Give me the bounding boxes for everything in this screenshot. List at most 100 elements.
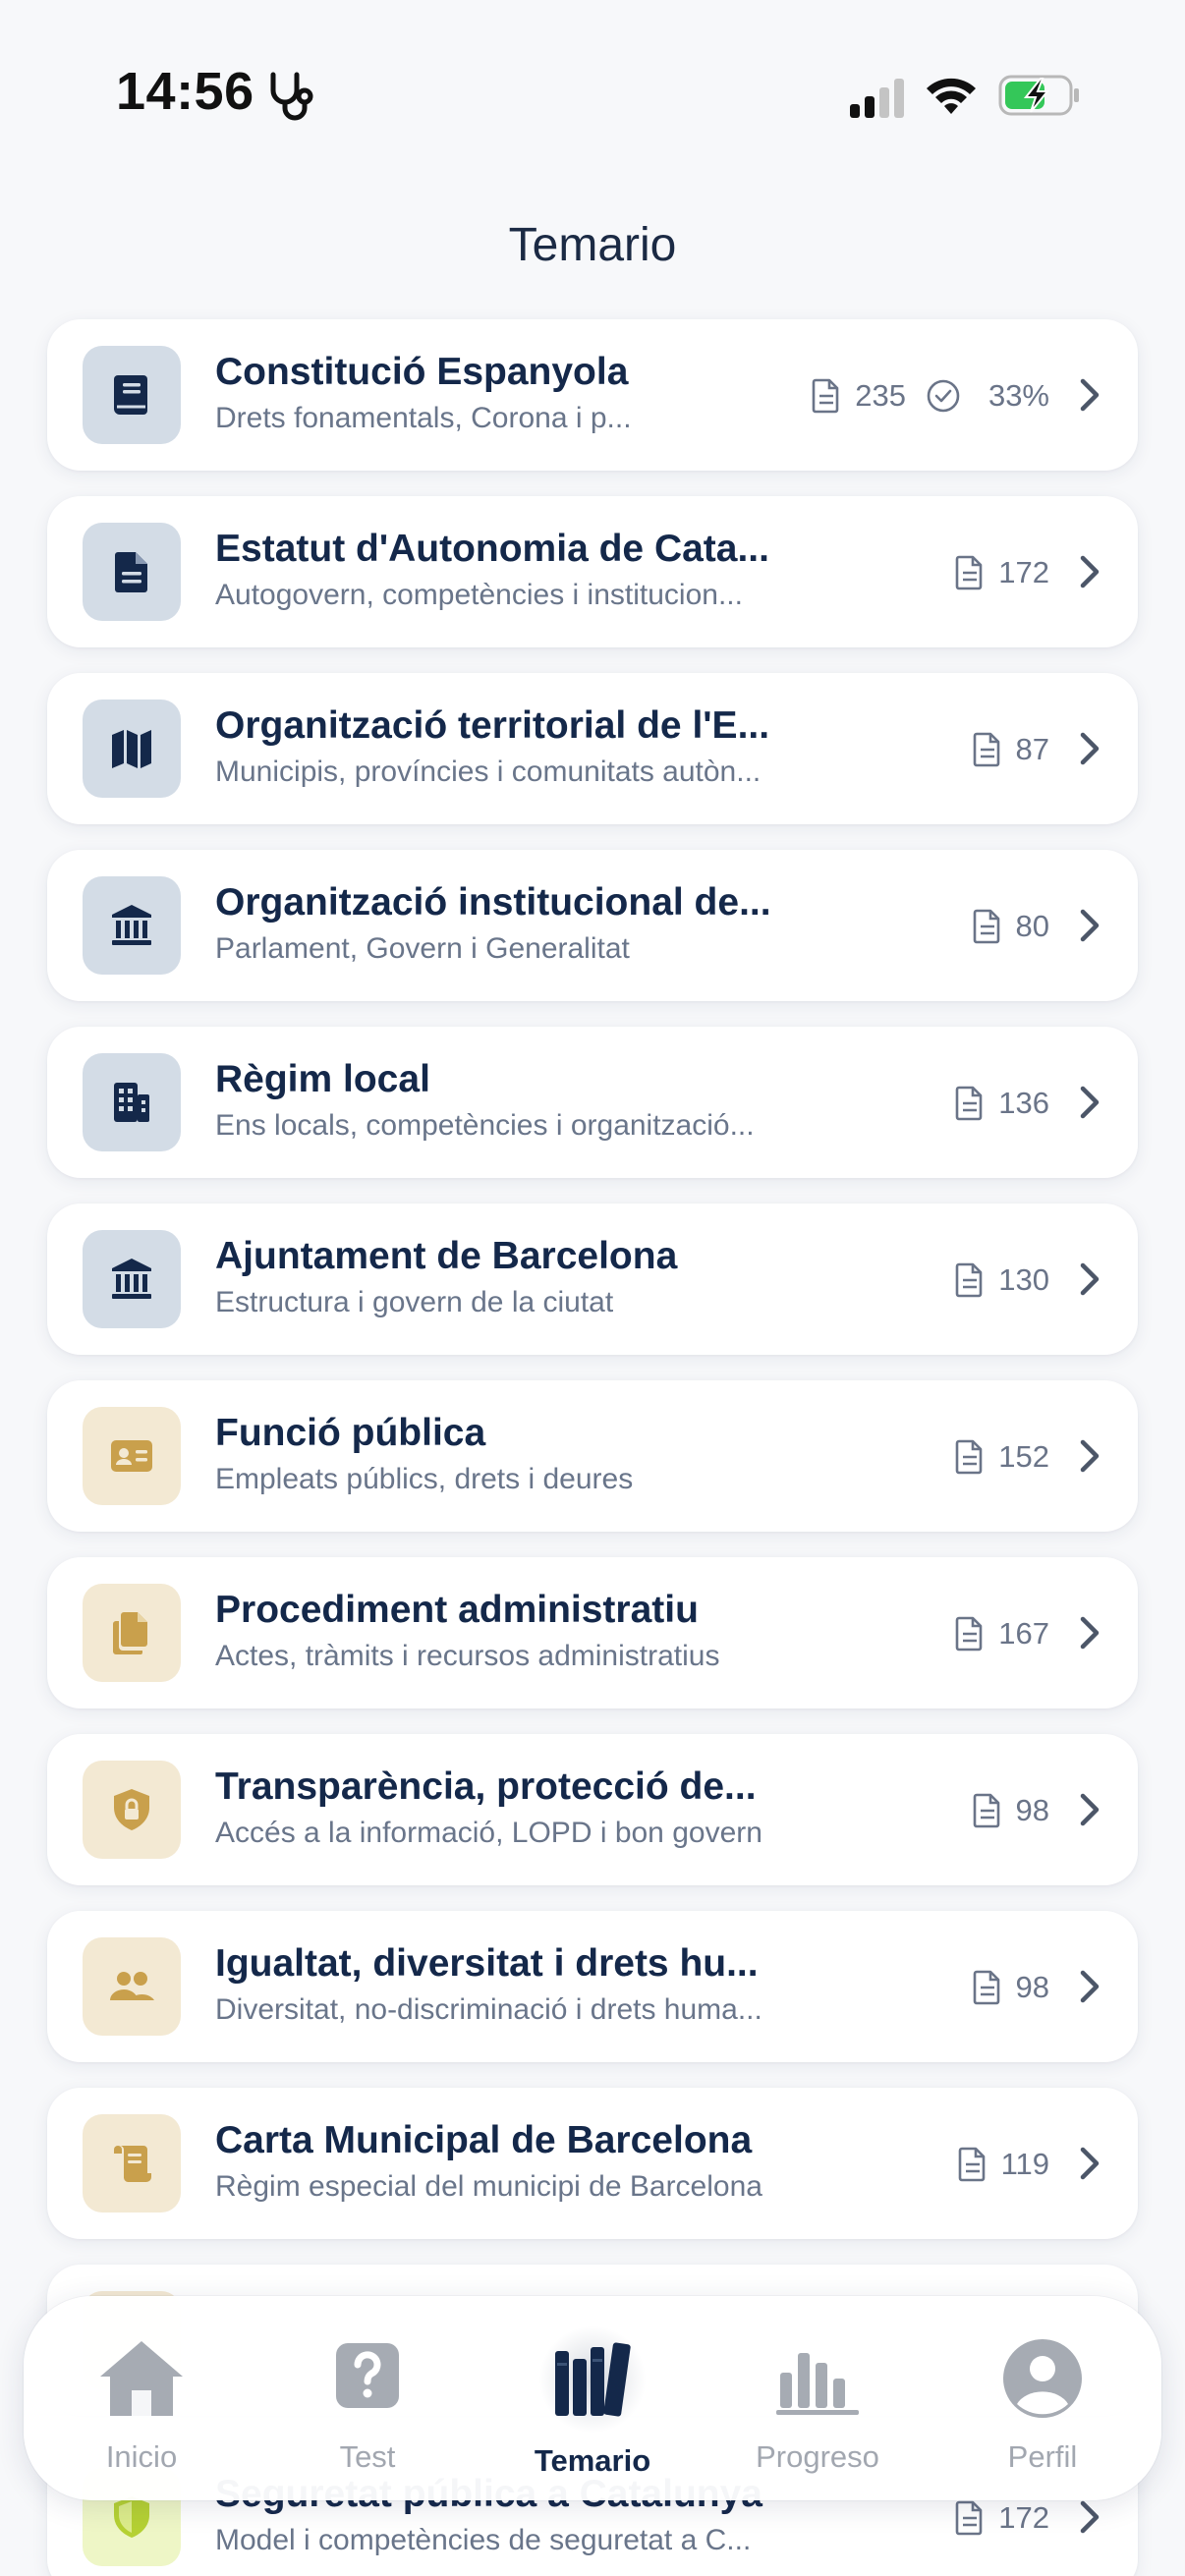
building-icon — [114, 1083, 149, 1122]
tab-label: Progreso — [756, 2439, 879, 2474]
topic-icon-container — [83, 1407, 181, 1505]
question-count: 87 — [1015, 732, 1049, 766]
topic-subtitle: Parlament, Govern i Generalitat — [215, 932, 630, 965]
tab-label: Temario — [534, 2443, 651, 2478]
screen: 14:56 Temario Constitució Espanyola Dret… — [0, 0, 1185, 2576]
topic-title: Règim local — [215, 1058, 430, 1100]
topic-meta: 167 — [955, 1612, 1049, 1655]
topic-subtitle: Autogovern, competències i institucion..… — [215, 579, 743, 611]
people-icon — [110, 1972, 154, 2000]
topic-subtitle: Actes, tràmits i recursos administratius — [215, 1640, 720, 1672]
topic-meta: 130 — [955, 1259, 1049, 1302]
cellular-signal-icon — [850, 79, 904, 118]
topic-icon-container — [83, 700, 181, 798]
topic-icon-container — [83, 2114, 181, 2212]
document-count-icon — [973, 1970, 999, 2005]
topic-card[interactable]: Transparència, protecció de... Accés a l… — [47, 1734, 1138, 1885]
status-bar: 14:56 — [0, 0, 1185, 187]
topic-meta: 98 — [973, 1966, 1049, 2009]
files-icon — [113, 1612, 147, 1654]
shield-icon — [114, 2496, 149, 2538]
tab-label: Inicio — [105, 2439, 178, 2474]
home-icon — [100, 2341, 183, 2416]
tab-perfil[interactable]: Perfil — [944, 2296, 1141, 2500]
topic-subtitle: Estructura i govern de la ciutat — [215, 1286, 614, 1318]
progress-percent: 33% — [988, 378, 1049, 413]
topic-icon-container — [83, 1053, 181, 1151]
tab-temario[interactable]: Temario — [494, 2296, 691, 2500]
bottom-tab-bar: Inicio Test Temario Progreso Perfil — [24, 2296, 1161, 2500]
document-count-icon — [955, 1616, 983, 1652]
document-count-icon — [955, 555, 983, 590]
shield-lock-icon — [114, 1789, 149, 1830]
check-circle-icon — [927, 379, 960, 413]
chevron-right-icon — [1080, 2147, 1100, 2180]
question-count: 136 — [998, 1086, 1049, 1120]
question-count: 167 — [998, 1616, 1049, 1651]
topic-card[interactable]: Procediment administratiu Actes, tràmits… — [47, 1557, 1138, 1708]
document-count-icon — [812, 378, 839, 414]
topic-subtitle: Municipis, províncies i comunitats autòn… — [215, 756, 762, 788]
topic-card[interactable]: Constitució Espanyola Drets fonamentals,… — [47, 319, 1138, 471]
topic-title: Procediment administratiu — [215, 1589, 699, 1631]
scroll-icon — [114, 2146, 151, 2182]
book-icon — [114, 375, 147, 415]
topic-meta: 119 — [958, 2143, 1049, 2186]
question-count: 235 — [855, 378, 906, 413]
topic-icon-container — [83, 1230, 181, 1328]
chevron-right-icon — [1080, 1086, 1100, 1119]
tab-progreso[interactable]: Progreso — [719, 2296, 916, 2500]
topic-subtitle: Règim especial del municipi de Barcelona — [215, 2170, 762, 2203]
question-count: 172 — [998, 555, 1049, 589]
tab-label: Perfil — [1007, 2439, 1078, 2474]
topic-meta: 136 — [955, 1082, 1049, 1125]
topic-title: Funció pública — [215, 1412, 486, 1454]
topic-icon-container — [83, 523, 181, 621]
topic-title: Constitució Espanyola — [215, 351, 629, 393]
topic-meta: 172 — [955, 2496, 1049, 2540]
tab-inicio[interactable]: Inicio — [43, 2296, 240, 2500]
institution-icon — [112, 1259, 151, 1299]
topic-icon-container — [83, 346, 181, 444]
tab-test[interactable]: Test — [269, 2296, 466, 2500]
topic-subtitle: Ens locals, competències i organització.… — [215, 1109, 755, 1142]
question-icon — [336, 2343, 399, 2408]
topic-subtitle: Accés a la informació, LOPD i bon govern — [215, 1817, 762, 1849]
topic-icon-container — [83, 1761, 181, 1859]
institution-icon — [112, 905, 151, 945]
topic-icon-container — [83, 1937, 181, 2036]
topic-title: Organització institucional de... — [215, 881, 771, 924]
topic-card[interactable]: Igualtat, diversitat i drets hu... Diver… — [47, 1911, 1138, 2062]
topic-title: Carta Municipal de Barcelona — [215, 2119, 753, 2161]
question-count: 119 — [1000, 2147, 1049, 2181]
question-count: 98 — [1015, 1793, 1049, 1827]
chevron-right-icon — [1080, 378, 1100, 412]
battery-charging-icon — [998, 75, 1079, 116]
topic-meta: 87 — [973, 728, 1049, 771]
document-count-icon — [973, 1793, 999, 1828]
document-count-icon — [958, 2147, 985, 2182]
topic-card[interactable]: Estatut d'Autonomia de Cata... Autogover… — [47, 496, 1138, 647]
topic-title: Ajuntament de Barcelona — [215, 1235, 678, 1277]
topic-card[interactable]: Organització institucional de... Parlame… — [47, 850, 1138, 1001]
id-card-icon — [111, 1440, 152, 1472]
chevron-right-icon — [1080, 909, 1100, 942]
topic-card[interactable]: Organització territorial de l'E... Munic… — [47, 673, 1138, 824]
topic-card[interactable]: Règim local Ens locals, competències i o… — [47, 1027, 1138, 1178]
question-count: 130 — [998, 1262, 1049, 1297]
topic-subtitle: Drets fonamentals, Corona i p... — [215, 402, 632, 434]
document-count-icon — [955, 2500, 983, 2536]
document-count-icon — [955, 1086, 983, 1121]
topic-card[interactable]: Ajuntament de Barcelona Estructura i gov… — [47, 1204, 1138, 1355]
topic-card[interactable]: Carta Municipal de Barcelona Règim espec… — [47, 2088, 1138, 2239]
topic-meta: 235 33% — [812, 374, 1049, 418]
topic-meta: 152 — [955, 1435, 1049, 1479]
chevron-right-icon — [1080, 1439, 1100, 1473]
document-count-icon — [955, 1262, 983, 1298]
question-count: 80 — [1015, 909, 1049, 943]
topic-title: Igualtat, diversitat i drets hu... — [215, 1942, 759, 1985]
bar-chart-icon — [776, 2353, 859, 2415]
topic-card[interactable]: Funció pública Empleats públics, drets i… — [47, 1380, 1138, 1532]
wifi-icon — [927, 78, 976, 114]
topic-subtitle: Empleats públics, drets i deures — [215, 1463, 634, 1495]
